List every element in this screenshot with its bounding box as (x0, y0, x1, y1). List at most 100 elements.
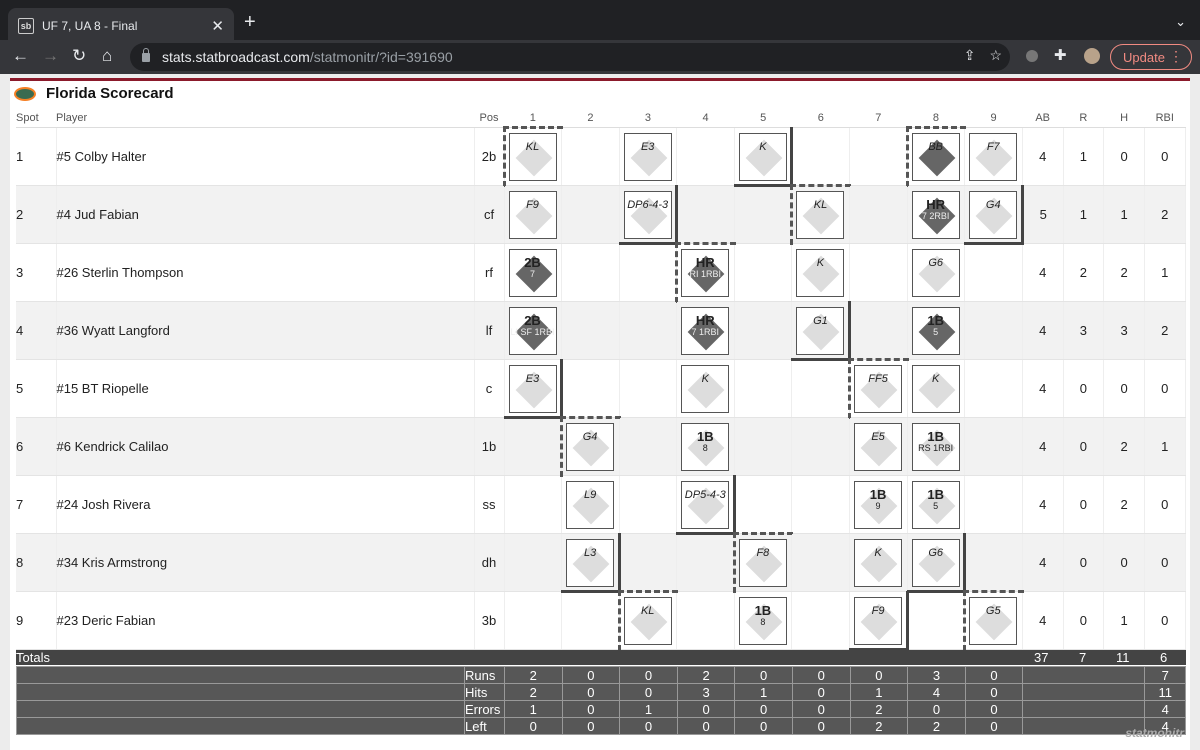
inning-cell (561, 185, 620, 244)
plate-appearance[interactable]: KL (623, 596, 672, 645)
plate-appearance[interactable]: E3 (508, 364, 557, 413)
address-bar[interactable]: stats.statbroadcast.com/statmonitr/?id=3… (130, 43, 1010, 71)
line-score-value: 0 (619, 717, 678, 735)
plate-appearance[interactable]: K (854, 538, 903, 587)
forward-icon[interactable]: → (42, 46, 59, 66)
stat-r: 3 (1063, 301, 1105, 360)
inning-cell (504, 533, 563, 592)
scrollbar[interactable] (1190, 78, 1200, 750)
share-icon[interactable]: ⇪ (964, 47, 976, 64)
inning-cell (791, 591, 851, 650)
inning-cell (964, 359, 1023, 418)
update-button[interactable]: Update ⋮ (1110, 44, 1192, 70)
extension-icon[interactable] (1026, 50, 1038, 62)
play-result: F7 (986, 140, 1000, 153)
page-title: Florida Scorecard (46, 85, 174, 102)
inning-cell (907, 591, 966, 650)
plate-appearance[interactable]: FF5 (854, 364, 903, 413)
plate-appearance[interactable]: K (911, 364, 960, 413)
plate-appearance[interactable]: 1B 8 (738, 596, 787, 645)
play-result: K (816, 256, 825, 269)
play-result: G6 (928, 546, 943, 559)
home-icon[interactable]: ⌂ (102, 46, 112, 66)
plate-appearance[interactable]: G4 (969, 190, 1018, 239)
line-score-value: 0 (504, 717, 563, 735)
plate-appearance[interactable]: 1B 8 (681, 422, 730, 471)
line-score-table: Runs 2 0 0 2 0 0 0 3 0 7 Hits 2 0 0 3 1 0 1 4 0 11 Errors 1 0 1 0 0… (16, 666, 1187, 735)
batting-spot: 1 (16, 127, 57, 186)
plate-appearance[interactable]: F9 (508, 190, 557, 239)
plate-appearance[interactable]: 2B LI SF 1RBI (508, 306, 557, 355)
inning-cell (964, 243, 1023, 302)
inning-cell: K (907, 359, 966, 418)
plate-appearance[interactable]: 1B 5 (911, 306, 960, 355)
stat-rbi: 0 (1144, 127, 1186, 186)
avatar[interactable] (1084, 48, 1100, 64)
inning-cell: L3 (561, 533, 621, 593)
plate-appearance[interactable]: K (681, 364, 730, 413)
plate-appearance[interactable]: HR RI 1RBI (681, 248, 730, 297)
stat-rbi: 2 (1144, 301, 1186, 360)
player-row: 3 #26 Sterlin Thompson rf 2B 7 HR RI 1RBI K G6 4 2… (16, 241, 1186, 302)
plate-appearance[interactable]: G1 (796, 306, 845, 355)
plate-appearance[interactable]: L9 (566, 480, 615, 529)
plate-appearance[interactable]: G6 (911, 248, 960, 297)
plate-appearance[interactable]: F9 (854, 596, 903, 645)
plate-appearance[interactable]: 2B 7 (508, 248, 557, 297)
star-icon[interactable]: ☆ (989, 47, 1002, 64)
plate-appearance[interactable]: KL (796, 190, 845, 239)
plate-appearance[interactable]: F7 (969, 132, 1018, 181)
plate-appearance[interactable]: KL (508, 132, 557, 181)
play-result: K (701, 372, 709, 385)
plate-appearance[interactable]: G6 (911, 538, 960, 587)
total-rbi: 6 (1160, 650, 1168, 665)
menu-icon[interactable]: ⋮ (1169, 48, 1183, 65)
header-inning-7: 7 (849, 109, 908, 128)
reload-icon[interactable]: ↻ (72, 46, 86, 66)
line-score-value: 0 (676, 700, 736, 718)
inning-cell: HR RI 1RBI (674, 241, 735, 302)
player-position: dh (474, 533, 505, 592)
plate-appearance[interactable]: DP5-4-3 (681, 480, 730, 529)
plate-appearance[interactable]: 1B 9 (854, 480, 903, 529)
plate-appearance[interactable]: K (738, 132, 787, 181)
close-tab-icon[interactable]: ✕ (211, 17, 224, 35)
plate-appearance[interactable]: G5 (969, 596, 1018, 645)
header-inning-5: 5 (734, 109, 792, 128)
header-inning-9: 9 (964, 109, 1023, 128)
line-score-value: 2 (907, 717, 966, 735)
tab-search-icon[interactable]: ⌄ (1175, 14, 1186, 30)
puzzle-icon[interactable]: ✚ (1054, 46, 1067, 64)
line-score-value: 0 (734, 666, 793, 684)
inning-cell: 2B LI SF 1RBI (504, 301, 563, 360)
plate-appearance[interactable]: HR 7 1RBI (681, 306, 730, 355)
plate-appearance[interactable]: E5 (854, 422, 903, 471)
play-result: K (759, 140, 767, 153)
play-result: E5 (871, 430, 885, 443)
play-detail: 7 (529, 268, 535, 279)
player-row: 4 #36 Wyatt Langford lf 2B LI SF 1RBI HR 7 1RB… (16, 301, 1186, 361)
inning-cell: F8 (732, 531, 793, 592)
plate-appearance[interactable]: HR 7 2RBI (911, 190, 960, 239)
inning-cell (734, 417, 793, 476)
plate-appearance[interactable]: 1B RS 1RBI (911, 422, 960, 471)
plate-appearance[interactable]: L3 (566, 538, 615, 587)
plate-appearance[interactable]: DP6-4-3 (623, 190, 672, 239)
player-position: 3b (474, 591, 505, 650)
new-tab-button[interactable]: + (244, 11, 256, 34)
plate-appearance[interactable]: E3 (623, 132, 672, 181)
inning-cell (561, 243, 620, 302)
browser-tab[interactable]: sb UF 7, UA 8 - Final ✕ (8, 8, 234, 44)
stat-r: 0 (1063, 591, 1105, 650)
inning-cell: G1 (791, 301, 852, 361)
plate-appearance[interactable]: F8 (738, 538, 787, 587)
plate-appearance[interactable]: G4 (566, 422, 615, 471)
plate-appearance[interactable]: BB (911, 132, 960, 181)
inning-cell: KL (502, 125, 563, 186)
plate-appearance[interactable]: K (796, 248, 845, 297)
play-result: E3 (640, 140, 655, 153)
play-result: 2B (524, 254, 541, 270)
player-position: cf (474, 185, 505, 244)
back-icon[interactable]: ← (12, 46, 29, 66)
plate-appearance[interactable]: 1B 5 (911, 480, 960, 529)
